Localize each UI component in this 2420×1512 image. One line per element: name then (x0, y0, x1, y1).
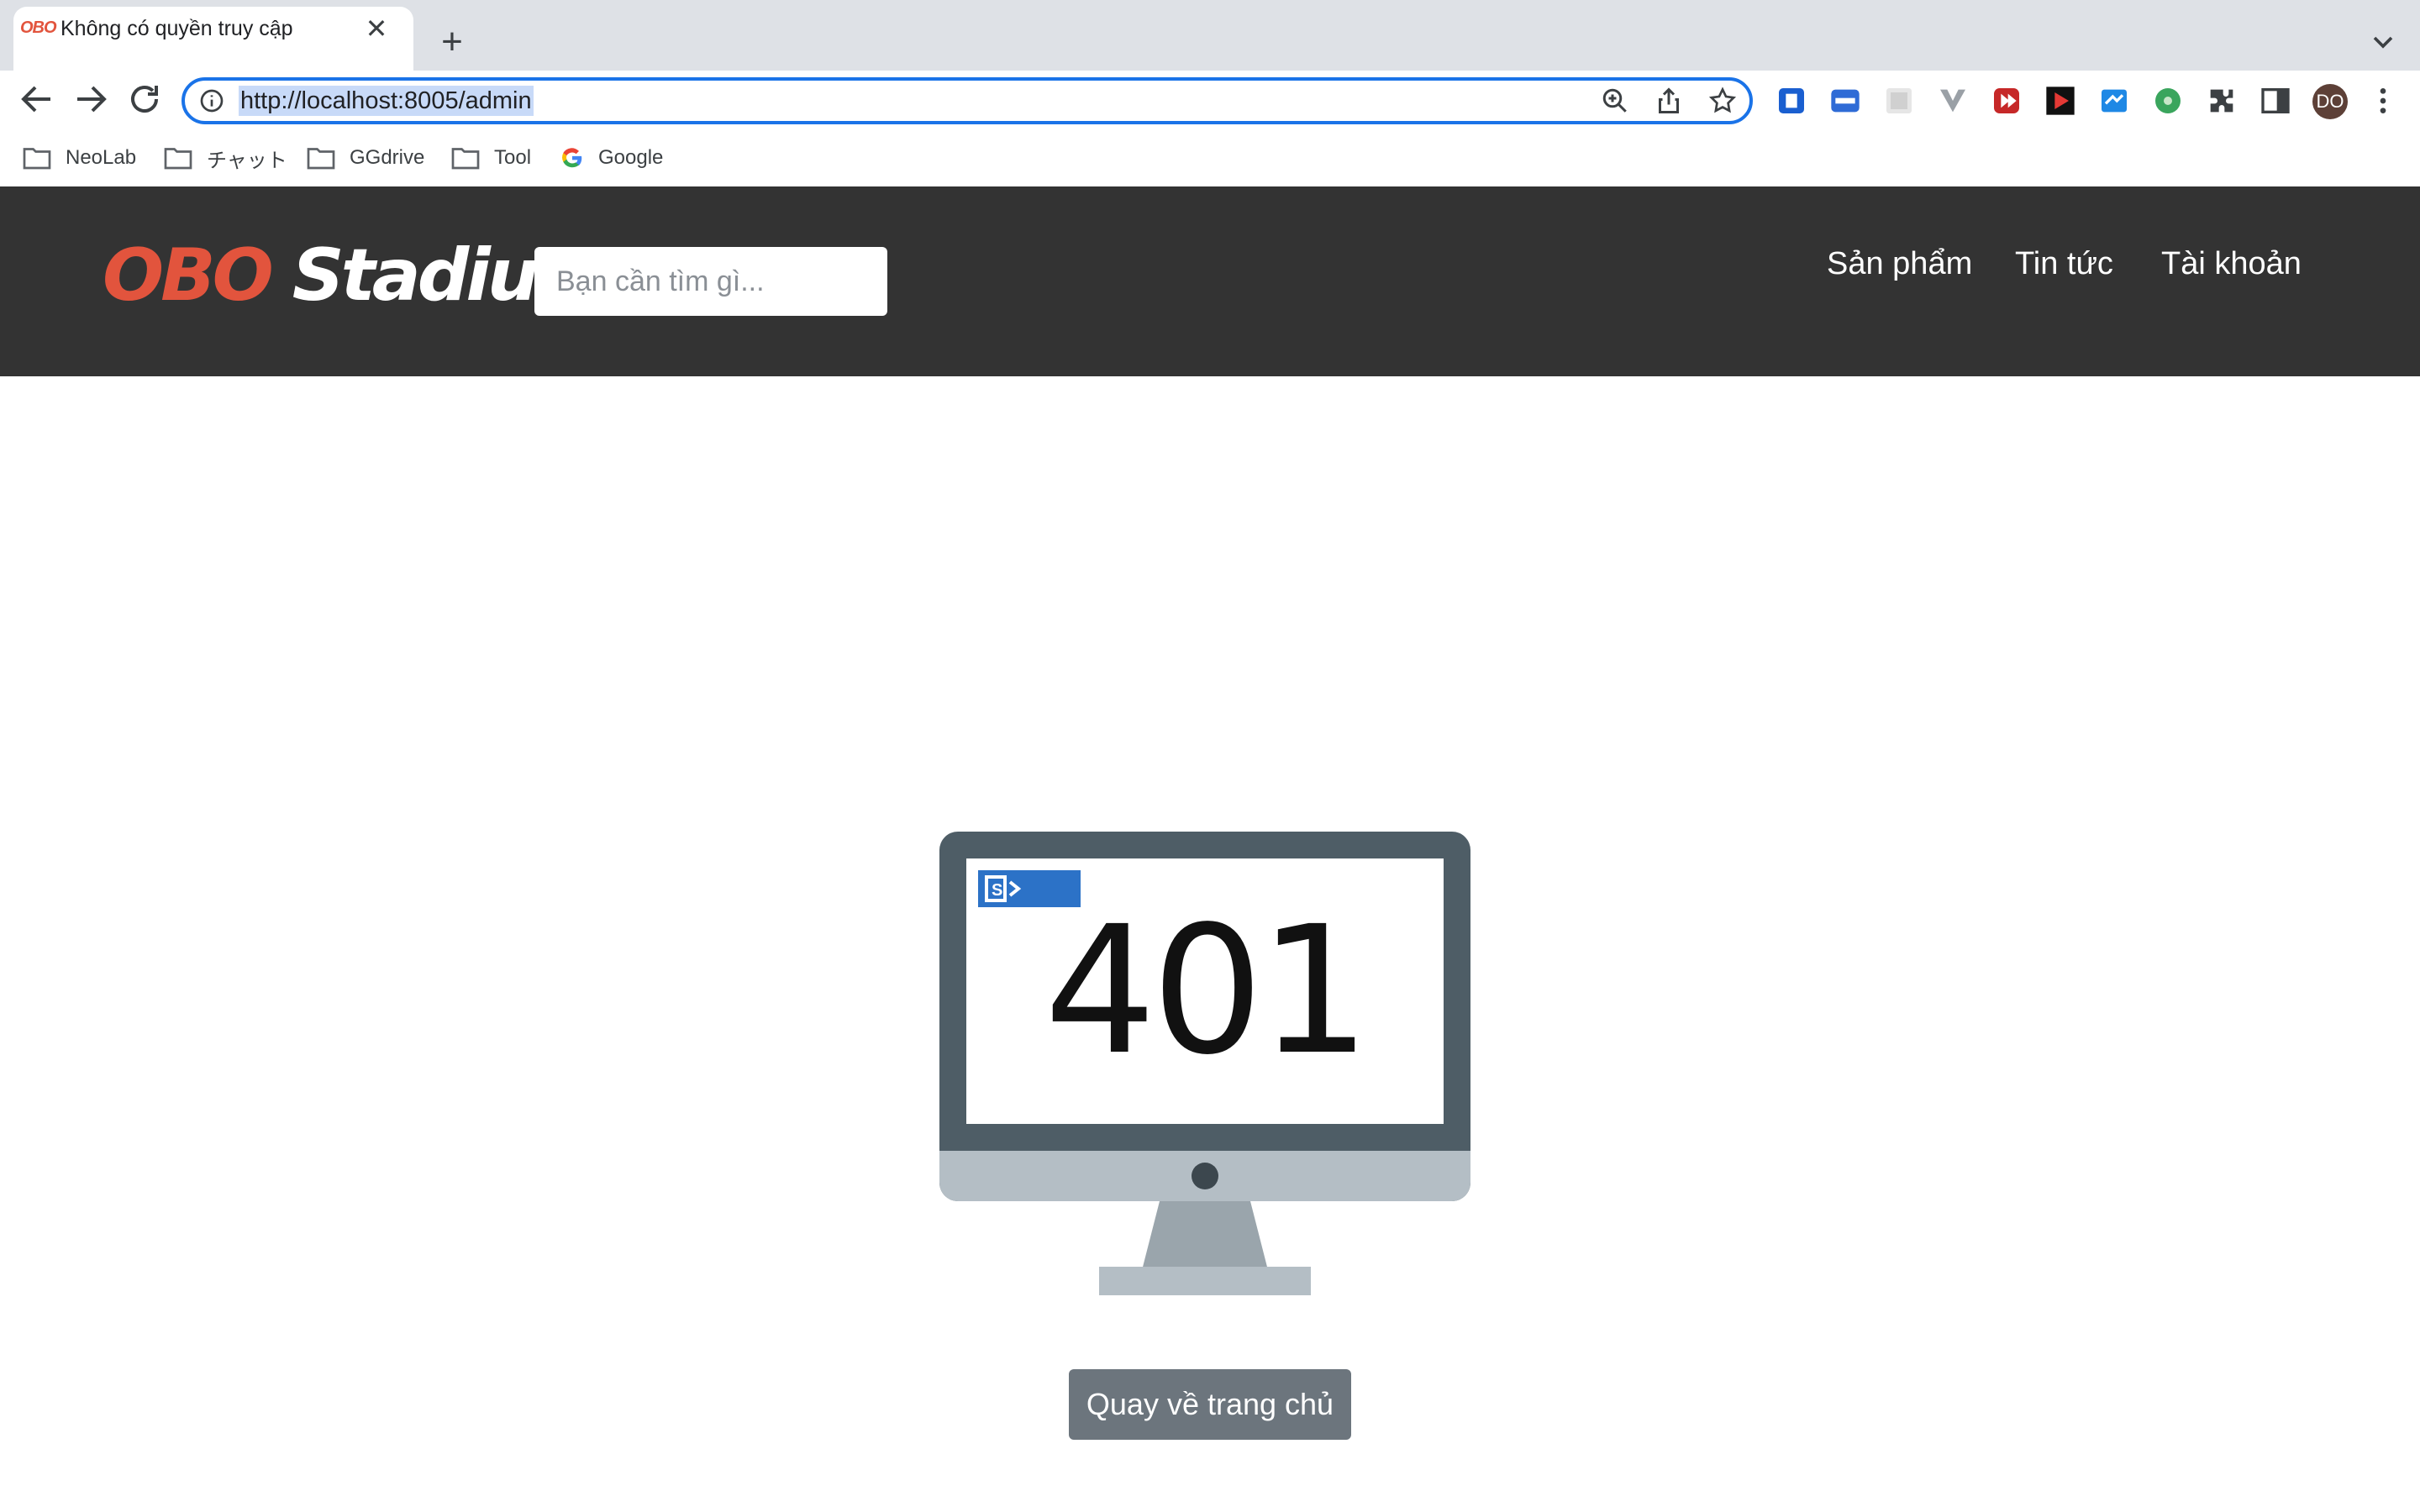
bookmark-label: Tool (494, 146, 532, 169)
extension-3-icon[interactable] (1882, 84, 1916, 118)
nav-products[interactable]: Sản phẩm (1827, 240, 1972, 287)
extension-7-icon[interactable] (2097, 84, 2131, 118)
tab-close-icon[interactable]: ✕ (360, 12, 393, 45)
bookmark-google[interactable]: Google (560, 141, 663, 175)
bookmark-label: GGdrive (350, 146, 425, 169)
folder-icon (164, 148, 192, 170)
reload-icon[interactable] (124, 79, 165, 119)
tab-favicon: OBO (20, 18, 57, 37)
bookmark-label: Google (598, 146, 664, 169)
extension-5-icon[interactable] (1990, 84, 2023, 118)
folder-icon (23, 148, 51, 170)
folder-icon (307, 148, 335, 170)
zoom-icon[interactable] (1600, 86, 1630, 116)
bookmark-label: チャット (207, 149, 287, 172)
extensions-puzzle-icon[interactable] (2205, 84, 2238, 118)
new-tab-button[interactable]: + (435, 22, 469, 62)
address-url[interactable]: http://localhost:8005/admin (239, 86, 534, 116)
bookmark-star-icon[interactable] (1707, 86, 1738, 116)
logo-obo: OBO (103, 234, 274, 318)
extension-8-icon[interactable] (2151, 84, 2185, 118)
error-code: 401 (1044, 888, 1371, 1094)
site-info-icon[interactable] (198, 87, 225, 114)
menu-kebab-icon[interactable] (2366, 84, 2400, 118)
google-g-icon (562, 148, 582, 168)
tab-search-chevron-icon[interactable] (2366, 25, 2400, 59)
share-icon[interactable] (1654, 86, 1684, 116)
side-panel-icon[interactable] (2259, 84, 2292, 118)
back-to-home-button[interactable]: Quay về trang chủ (1069, 1369, 1351, 1440)
search-input[interactable] (534, 247, 887, 316)
extension-4-icon[interactable] (1936, 84, 1970, 118)
bookmark-tool[interactable]: Tool (450, 141, 531, 175)
extension-6-icon[interactable] (2044, 84, 2077, 118)
bookmark-ggdrive[interactable]: GGdrive (306, 141, 424, 175)
tab-title: Không có quyền truy cập (60, 17, 293, 40)
bookmark-label: NeoLab (66, 146, 137, 169)
extension-1-icon[interactable] (1775, 84, 1808, 118)
bookmark-neolab[interactable]: NeoLab (22, 141, 136, 175)
forward-arrow-icon[interactable] (71, 79, 111, 119)
profile-avatar[interactable]: DO (2312, 84, 2348, 119)
folder-icon (451, 148, 480, 170)
monitor-stand-base (1099, 1267, 1311, 1295)
nav-account[interactable]: Tài khoản (2161, 240, 2302, 287)
nav-news[interactable]: Tin tức (2015, 240, 2113, 287)
site-logo[interactable]: OBO Stadium (103, 225, 611, 326)
monitor-stand-neck (1141, 1201, 1269, 1273)
extension-2-icon[interactable] (1828, 84, 1862, 118)
svg-text:S: S (992, 881, 1002, 900)
bookmark-chatto[interactable]: チャット (163, 141, 287, 175)
monitor-power-dot (1192, 1163, 1218, 1189)
back-arrow-icon[interactable] (17, 79, 57, 119)
